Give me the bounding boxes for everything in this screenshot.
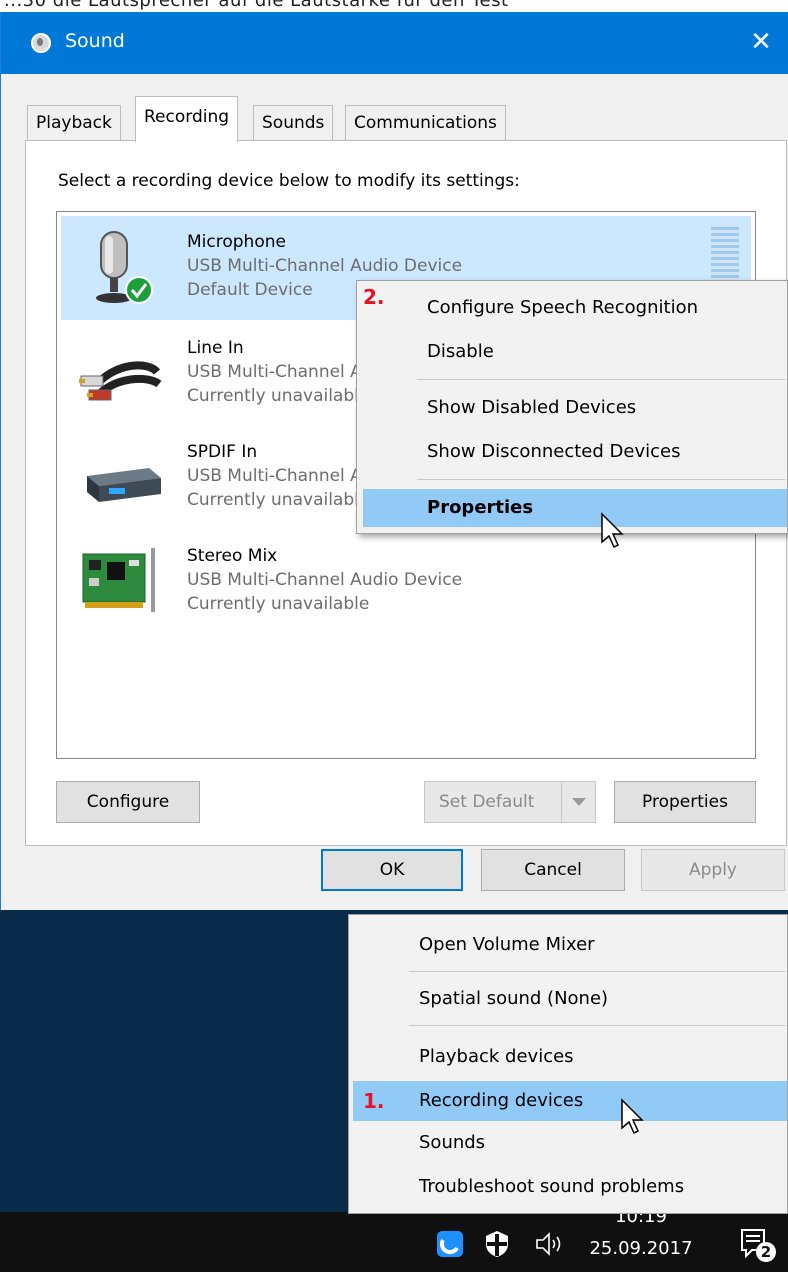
menu-separator xyxy=(417,379,785,380)
sound-card-icon xyxy=(82,548,155,612)
window-title: Sound xyxy=(65,30,125,52)
menu-item-properties[interactable]: Properties xyxy=(363,489,787,527)
tab-communications[interactable]: Communications xyxy=(345,105,506,141)
microphone-icon xyxy=(96,231,153,304)
device-status: Currently unavailable xyxy=(187,386,370,406)
menu-item-sounds[interactable]: Sounds xyxy=(353,1123,787,1163)
clock-date: 25.09.2017 xyxy=(589,1238,693,1259)
spdif-box-icon xyxy=(87,468,161,502)
menu-separator xyxy=(409,971,785,972)
menu-item-spatial-sound[interactable]: Spatial sound (None) xyxy=(353,979,787,1019)
rca-cable-icon xyxy=(79,361,162,401)
tab-playback[interactable]: Playback xyxy=(27,105,121,141)
menu-separator xyxy=(417,479,785,480)
device-context-menu: 2. Configure Speech Recognition Disable … xyxy=(356,280,788,534)
set-default-label: Set Default xyxy=(439,792,535,812)
menu-item-show-disconnected[interactable]: Show Disconnected Devices xyxy=(363,433,787,471)
apply-button[interactable]: Apply xyxy=(641,849,785,891)
tab-recording[interactable]: Recording xyxy=(135,96,239,142)
speaker-icon[interactable] xyxy=(534,1230,566,1258)
step-1-label: 1. xyxy=(363,1089,385,1113)
device-name: Line In xyxy=(187,338,244,358)
mouse-cursor-icon xyxy=(601,512,624,549)
menu-item-disable[interactable]: Disable xyxy=(363,333,787,371)
ok-button[interactable]: OK xyxy=(321,849,463,891)
device-name: SPDIF In xyxy=(187,442,258,462)
chevron-down-icon[interactable] xyxy=(561,782,595,822)
menu-item-recording-devices[interactable]: Recording devices xyxy=(353,1081,787,1121)
speaker-app-icon xyxy=(31,33,51,53)
device-description: USB Multi-Channel Audio Device xyxy=(187,570,463,590)
device-status: Currently unavailable xyxy=(187,594,370,614)
mouse-cursor-icon xyxy=(621,1098,644,1135)
device-item-stereo-mix[interactable]: Stereo Mix USB Multi-Channel Audio Devic… xyxy=(61,530,751,634)
device-name: Stereo Mix xyxy=(187,546,278,566)
tab-sounds[interactable]: Sounds xyxy=(253,105,334,141)
tray-context-menu: Open Volume Mixer Spatial sound (None) P… xyxy=(348,914,788,1214)
device-description: USB Multi-Channel Audio Device xyxy=(187,256,463,276)
taskbar: 10:19 25.09.2017 2 xyxy=(0,1206,788,1272)
cut-off-text: ...30 die Lautsprecher auf die Lautstärk… xyxy=(4,0,509,11)
instruction-text: Select a recording device below to modif… xyxy=(58,171,520,191)
device-status: Currently unavailable xyxy=(187,490,370,510)
configure-button[interactable]: Configure xyxy=(56,781,200,823)
menu-item-open-volume-mixer[interactable]: Open Volume Mixer xyxy=(353,925,787,965)
blue-app-tray-icon[interactable] xyxy=(436,1230,464,1258)
menu-item-show-disabled[interactable]: Show Disabled Devices xyxy=(363,389,787,427)
menu-item-playback-devices[interactable]: Playback devices xyxy=(353,1037,787,1077)
device-status: Default Device xyxy=(187,280,313,300)
set-default-button[interactable]: Set Default xyxy=(424,781,596,823)
properties-button[interactable]: Properties xyxy=(614,781,756,823)
cancel-button[interactable]: Cancel xyxy=(481,849,625,891)
close-button[interactable]: ✕ xyxy=(743,24,779,60)
menu-item-configure-speech[interactable]: Configure Speech Recognition xyxy=(363,289,787,327)
shield-icon[interactable] xyxy=(484,1230,510,1258)
menu-item-troubleshoot[interactable]: Troubleshoot sound problems xyxy=(353,1167,787,1207)
notification-count-badge: 2 xyxy=(760,1243,772,1261)
titlebar[interactable]: Sound ✕ xyxy=(1,12,788,74)
menu-separator xyxy=(409,1025,785,1026)
device-name: Microphone xyxy=(187,232,286,252)
